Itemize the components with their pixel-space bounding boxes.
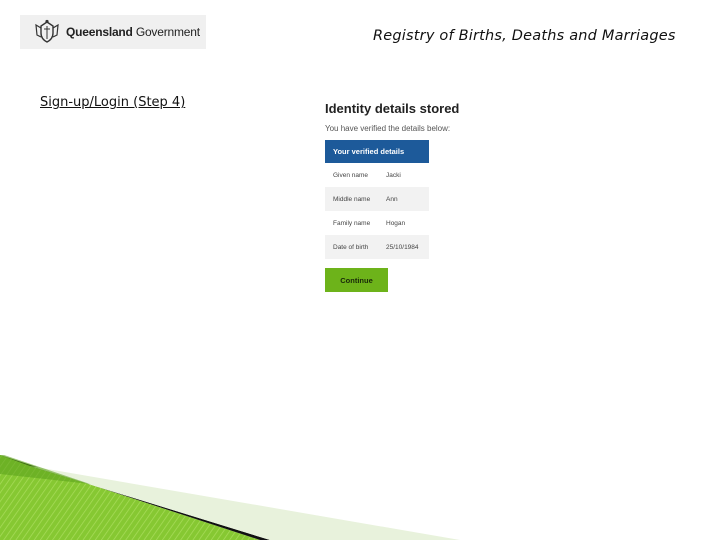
detail-row-given-name: Given name Jacki — [325, 163, 429, 187]
detail-row-middle-name: Middle name Ann — [325, 187, 429, 211]
detail-label: Middle name — [333, 195, 371, 203]
logo-brand: Queensland — [66, 25, 133, 39]
detail-value: Hogan — [386, 219, 406, 227]
detail-label: Family name — [333, 219, 371, 227]
detail-value: Jacki — [386, 171, 401, 179]
continue-button[interactable]: Continue — [325, 268, 388, 292]
step-link[interactable]: Sign-up/Login (Step 4) — [40, 95, 185, 110]
identity-title: Identity details stored — [325, 101, 460, 116]
detail-value: 25/10/1984 — [386, 243, 419, 251]
detail-label: Given name — [333, 171, 369, 179]
coat-of-arms-icon — [35, 19, 59, 43]
detail-row-family-name: Family name Hogan — [325, 211, 429, 235]
logo-text: Queensland Government — [66, 25, 200, 39]
registry-title: Registry of Births, Deaths and Marriages — [373, 28, 676, 44]
detail-value: Ann — [386, 195, 398, 203]
identity-subtitle: You have verified the details below: — [325, 124, 451, 133]
decorative-corner-swoosh — [0, 455, 460, 540]
queensland-government-logo: Queensland Government — [20, 15, 206, 49]
verified-details-header: Your verified details — [325, 140, 429, 163]
detail-row-date-of-birth: Date of birth 25/10/1984 — [325, 235, 429, 259]
detail-label: Date of birth — [333, 243, 369, 251]
logo-suffix: Government — [135, 25, 200, 39]
verified-details-card: Your verified details Given name Jacki M… — [325, 140, 429, 259]
